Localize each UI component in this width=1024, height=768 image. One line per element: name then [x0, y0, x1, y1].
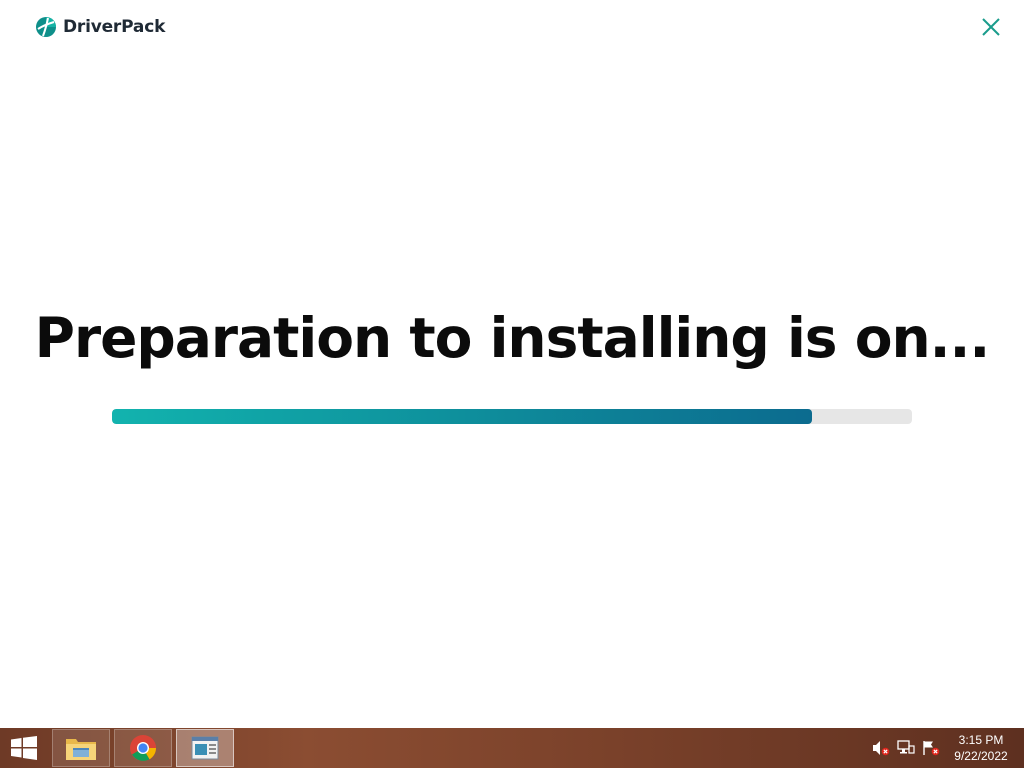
clock-date: 9/22/2022	[954, 749, 1008, 763]
windows-logo-icon	[11, 736, 37, 760]
progress-bar	[112, 409, 912, 424]
volume-muted-icon	[873, 741, 890, 756]
taskbar-clock[interactable]: 3:15 PM 9/22/2022	[946, 732, 1016, 764]
app-name: DriverPack	[63, 17, 166, 37]
folder-icon	[66, 739, 96, 760]
tray-volume[interactable]	[872, 740, 890, 756]
start-button[interactable]	[0, 728, 48, 768]
tray-network[interactable]	[897, 740, 915, 756]
network-icon	[897, 740, 915, 754]
taskbar-chrome[interactable]	[114, 729, 172, 767]
chrome-icon	[130, 735, 157, 761]
driverpack-logo-icon	[36, 17, 56, 37]
close-icon	[982, 18, 1000, 36]
driverpack-window: DriverPack Preparation to installing is …	[0, 0, 1024, 728]
taskbar: 3:15 PM 9/22/2022	[0, 728, 1024, 768]
app-logo: DriverPack	[35, 16, 165, 38]
close-button[interactable]	[978, 14, 1004, 40]
tray-action-center[interactable]	[922, 740, 940, 756]
action-center-flag-icon	[923, 741, 940, 756]
taskbar-file-explorer[interactable]	[52, 729, 110, 767]
status-headline: Preparation to installing is on...	[34, 306, 991, 370]
taskbar-driverpack[interactable]	[176, 729, 234, 767]
progress-bar-fill	[112, 409, 812, 424]
window-icon	[191, 736, 219, 760]
clock-time: 3:15 PM	[958, 733, 1004, 747]
